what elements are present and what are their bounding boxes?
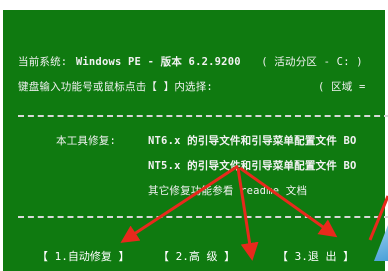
auto-repair-button[interactable]: 【 1.自动修复 】 [37, 249, 130, 264]
region-text: ( 区域 = [318, 81, 366, 93]
arrow-to-auto-repair [120, 164, 239, 243]
divider-top [18, 115, 388, 117]
bootice-repair-screen: 当前系统: Windows PE - 版本 6.2.9200 ( 活动分区 - … [0, 0, 388, 271]
active-partition: ( 活动分区 - C: ) [261, 56, 363, 68]
prompt-text: 键盘输入功能号或鼠标点击【 】内选择: [18, 81, 213, 93]
exit-button[interactable]: 【 3.退 出 】 [277, 249, 354, 264]
repair-other-line: 其它修复功能参看 readme 文档 [148, 185, 308, 197]
repair-nt6-line: NT6.x 的引导文件和引导菜单配置文件 BO [148, 135, 357, 147]
system-info-line: 当前系统: Windows PE - 版本 6.2.9200 ( 活动分区 - … [18, 55, 363, 69]
prompt-line: 键盘输入功能号或鼠标点击【 】内选择: [18, 80, 213, 94]
arrow-to-advanced [236, 167, 259, 261]
repair-title: 本工具修复: [56, 135, 117, 147]
advanced-button[interactable]: 【 2.高 级 】 [158, 249, 235, 264]
os-version: Windows PE - 版本 6.2.9200 [75, 56, 241, 68]
repair-nt5-line: NT5.x 的引导文件和引导菜单配置文件 BO [148, 160, 357, 172]
arrow-to-exit [239, 166, 338, 238]
region-indicator: ( 区域 = [318, 80, 366, 94]
system-label: 当前系统: [18, 56, 68, 68]
frame-edge-top [0, 0, 388, 10]
frame-edge-left [0, 0, 3, 271]
divider-bottom [18, 216, 388, 218]
